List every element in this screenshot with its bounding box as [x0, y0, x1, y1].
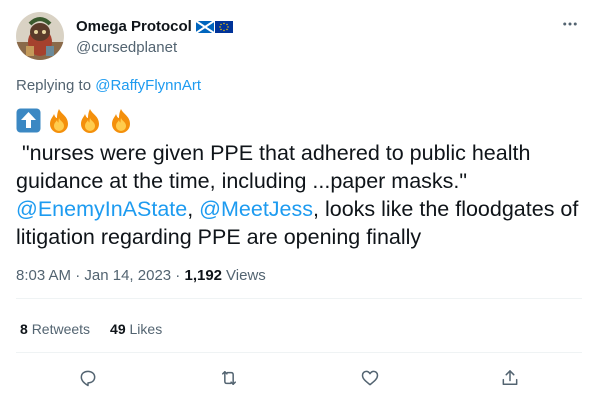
- engagement-stats: 8 Retweets 49 Likes: [20, 321, 162, 337]
- scotland-flag-icon: [195, 20, 215, 34]
- fire-icon: [108, 108, 134, 139]
- more-options-button[interactable]: [558, 12, 582, 36]
- more-icon: [563, 22, 577, 26]
- reply-button[interactable]: [72, 362, 104, 394]
- likes-label: Likes: [129, 321, 163, 337]
- avatar[interactable]: [16, 12, 64, 60]
- handle[interactable]: @cursedplanet: [76, 39, 233, 57]
- replying-prefix: Replying to: [16, 77, 92, 94]
- share-icon: [502, 370, 518, 385]
- tweet-date[interactable]: Jan 14, 2023: [84, 267, 171, 284]
- meta-dot: ·: [171, 267, 185, 284]
- emoji-row: [16, 108, 582, 139]
- share-button[interactable]: [494, 362, 526, 394]
- action-bar: [16, 362, 582, 394]
- likes-stat[interactable]: 49 Likes: [110, 321, 162, 337]
- replying-to: Replying to @RaffyFlynnArt: [16, 77, 201, 94]
- tweet-header: Omega Protocol @cursedplanet: [16, 12, 582, 62]
- author-info: Omega Protocol @cursedplanet: [76, 16, 233, 57]
- display-name[interactable]: Omega Protocol: [76, 18, 192, 35]
- divider: [16, 352, 582, 353]
- fire-icon: [46, 108, 72, 139]
- tweet-time[interactable]: 8:03 AM: [16, 267, 71, 284]
- mention-link[interactable]: @EnemyInAState: [16, 197, 187, 221]
- meta-dot: ·: [71, 267, 85, 284]
- views-label: Views: [226, 267, 266, 284]
- up-arrow-icon: [16, 108, 41, 138]
- mention-link[interactable]: @MeetJess: [199, 197, 313, 221]
- tweet-quote: "nurses were given PPE that adhered to p…: [16, 141, 537, 193]
- reply-target-link[interactable]: @RaffyFlynnArt: [95, 77, 201, 94]
- views-count: 1,192: [184, 267, 223, 284]
- like-button[interactable]: [354, 362, 386, 394]
- retweets-label: Retweets: [31, 321, 91, 337]
- divider: [16, 298, 582, 299]
- like-icon: [361, 370, 379, 386]
- retweet-icon: [222, 371, 236, 385]
- retweet-button[interactable]: [213, 362, 245, 394]
- mention-separator: ,: [187, 197, 200, 221]
- fire-icon: [77, 108, 103, 139]
- eu-flag-icon: [214, 20, 233, 33]
- retweets-stat[interactable]: 8 Retweets: [20, 321, 90, 337]
- retweets-count: 8: [20, 321, 28, 337]
- likes-count: 49: [110, 321, 126, 337]
- tweet-text: "nurses were given PPE that adhered to p…: [16, 139, 582, 251]
- tweet-meta: 8:03 AM · Jan 14, 2023 · 1,192 Views: [16, 267, 266, 284]
- reply-icon: [80, 370, 96, 387]
- flags: [195, 20, 233, 34]
- tweet-body: "nurses were given PPE that adhered to p…: [16, 108, 582, 251]
